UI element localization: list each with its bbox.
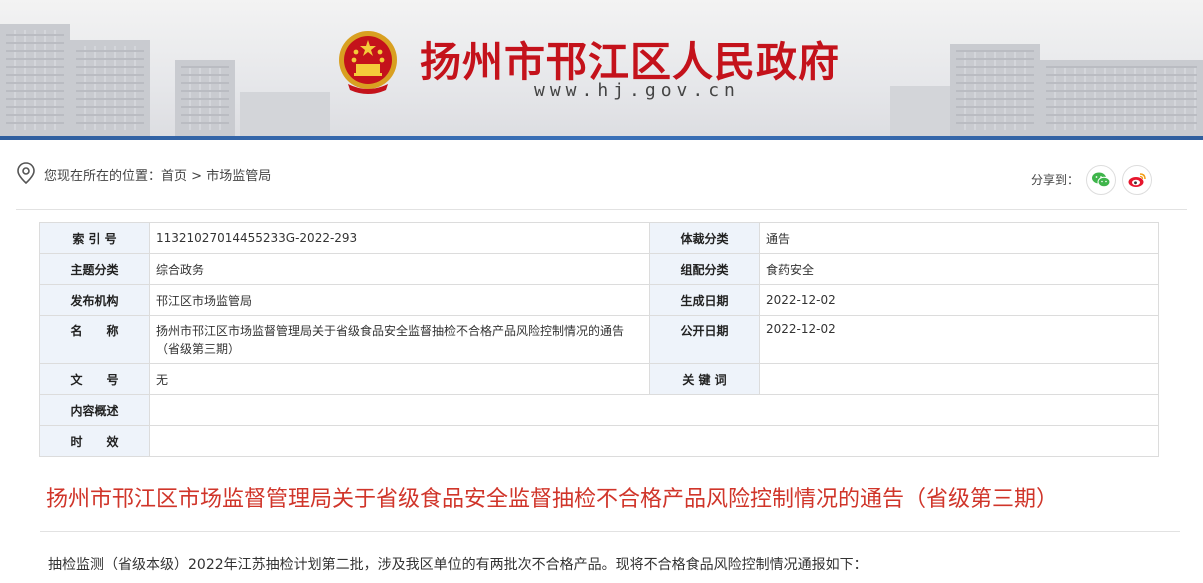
- label-publisher: 发布机构: [39, 284, 150, 316]
- table-row: 时 效: [39, 425, 1159, 457]
- building-right-3: [1040, 60, 1203, 136]
- article-divider: [40, 531, 1180, 532]
- value-name-cell: 扬州市邗江区市场监督管理局关于省级食品安全监督抽检不合格产品风险控制情况的通告（…: [149, 315, 650, 364]
- value-validity: [149, 425, 1159, 457]
- value-index-number: 11321027014455233G-2022-293: [149, 222, 650, 254]
- label-publish-date: 公开日期: [649, 315, 760, 364]
- building-left-3: [175, 60, 235, 136]
- value-name: 扬州市邗江区市场监督管理局关于省级食品安全监督抽检不合格产品风险控制情况的通告（…: [156, 323, 625, 356]
- article-body-paragraph: 抽检监测（省级本级）2022年江苏抽检计划第二批，涉及我区单位的有两批次不合格产…: [48, 557, 868, 573]
- breadcrumb: 您现在所在的位置：首页 > 市场监管局: [44, 165, 271, 184]
- banner-stripe: [0, 136, 1203, 140]
- table-row: 索 引 号 11321027014455233G-2022-293 体裁分类 通…: [39, 222, 1159, 254]
- building-right-1: [890, 86, 950, 136]
- label-doc-number: 文 号: [39, 363, 150, 395]
- label-name: 名 称: [39, 315, 150, 364]
- value-doc-number: 无: [149, 363, 650, 395]
- table-row: 发布机构 邗江区市场监管局 生成日期 2022-12-02: [39, 284, 1159, 316]
- table-row: 主题分类 综合政务 组配分类 食药安全: [39, 253, 1159, 285]
- table-row: 内容概述: [39, 394, 1159, 426]
- site-title: 扬州市邗江区人民政府: [420, 38, 840, 86]
- value-category: 食药安全: [759, 253, 1159, 285]
- value-topic: 综合政务: [149, 253, 650, 285]
- weibo-icon: [1128, 173, 1146, 187]
- value-genre: 通告: [759, 222, 1159, 254]
- label-topic: 主题分类: [39, 253, 150, 285]
- table-row: 文 号 无 关 键 词: [39, 363, 1159, 395]
- value-keywords: [759, 363, 1159, 395]
- value-publisher: 邗江区市场监管局: [149, 284, 650, 316]
- breadcrumb-current-link[interactable]: 市场监管局: [206, 169, 271, 184]
- location-pin-icon: [17, 162, 35, 184]
- header-banner: 扬州市邗江区人民政府 www.hj.gov.cn: [0, 0, 1203, 140]
- label-summary: 内容概述: [39, 394, 150, 426]
- value-summary: [149, 394, 1159, 426]
- label-genre: 体裁分类: [649, 222, 760, 254]
- building-left-4: [240, 92, 330, 136]
- share-weibo-button[interactable]: [1122, 165, 1152, 195]
- share-label: 分享到：: [1031, 173, 1080, 187]
- label-category: 组配分类: [649, 253, 760, 285]
- breadcrumb-prefix: 您现在所在的位置：: [44, 169, 162, 184]
- value-publish-date: 2022-12-02: [759, 315, 1159, 364]
- divider: [16, 209, 1187, 210]
- info-table: 索 引 号 11321027014455233G-2022-293 体裁分类 通…: [39, 222, 1159, 457]
- label-index-number: 索 引 号: [39, 222, 150, 254]
- label-created-date: 生成日期: [649, 284, 760, 316]
- building-right-2: [950, 44, 1040, 136]
- breadcrumb-home-link[interactable]: 首页: [161, 169, 187, 184]
- national-emblem-icon: [339, 31, 397, 94]
- article-title: 扬州市邗江区市场监督管理局关于省级食品安全监督抽检不合格产品风险控制情况的通告（…: [46, 487, 1059, 512]
- share-wechat-button[interactable]: [1086, 165, 1116, 195]
- table-row: 名 称 扬州市邗江区市场监督管理局关于省级食品安全监督抽检不合格产品风险控制情况…: [39, 315, 1159, 364]
- breadcrumb-separator: >: [191, 169, 203, 184]
- building-left-2: [70, 40, 150, 136]
- label-validity: 时 效: [39, 425, 150, 457]
- site-url: www.hj.gov.cn: [534, 80, 740, 101]
- wechat-icon: [1092, 172, 1111, 188]
- value-created-date: 2022-12-02: [759, 284, 1159, 316]
- building-left-1: [0, 24, 70, 136]
- label-keywords: 关 键 词: [649, 363, 760, 395]
